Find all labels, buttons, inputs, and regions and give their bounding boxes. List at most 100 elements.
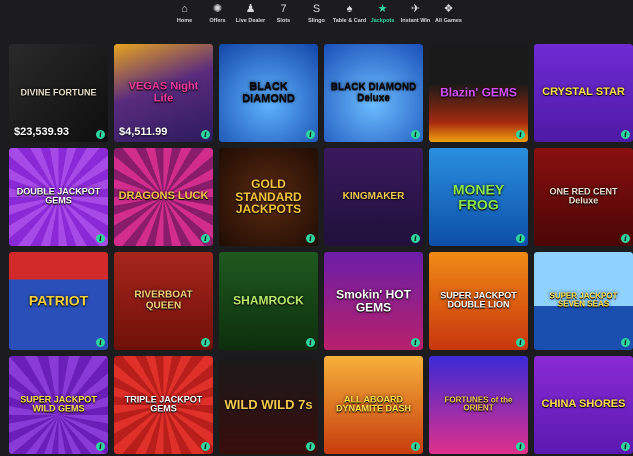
info-icon[interactable]: i (306, 338, 315, 347)
info-icon[interactable]: i (516, 338, 525, 347)
game-tile[interactable]: GOLD STANDARD JACKPOTS i (219, 148, 318, 246)
nav-item-home[interactable]: ⌂ Home (168, 0, 201, 30)
info-icon[interactable]: i (411, 130, 420, 139)
game-title: Smokin' HOT GEMS (336, 287, 411, 314)
jackpot-amount: $23,539.93 (14, 126, 70, 138)
game-tile[interactable]: ALL ABOARD DYNAMITE DASH i (324, 356, 423, 454)
nav-item-label: Instant Win (400, 18, 431, 24)
slots-icon: 7 (280, 3, 287, 15)
nav-item-label: Table & Card (332, 18, 367, 24)
game-tile[interactable]: VEGAS Night Life $4,511.99 i (114, 44, 213, 142)
game-title: SUPER JACKPOT SEVEN SEAS (549, 291, 618, 309)
jackpot-games-grid: DIVINE FORTUNE $23,539.93 i VEGAS Night Lif… (9, 44, 633, 454)
game-tile[interactable]: TRIPLE JACKPOT GEMS i (114, 356, 213, 454)
game-title: SUPER JACKPOT WILD GEMS (20, 394, 97, 414)
info-icon[interactable]: i (201, 234, 210, 243)
game-title: RIVERBOAT QUEEN (134, 289, 193, 311)
game-tile[interactable]: SUPER JACKPOT SEVEN SEAS i (534, 252, 633, 350)
game-title: DRAGONS LUCK (118, 190, 209, 203)
game-tile[interactable]: PATRIOT i (9, 252, 108, 350)
info-icon[interactable]: i (201, 338, 210, 347)
nav-item-label: Live Dealer (235, 18, 266, 24)
info-icon[interactable]: i (201, 130, 210, 139)
game-tile[interactable]: MONEY FROG i (429, 148, 528, 246)
info-icon[interactable]: i (201, 442, 210, 451)
game-tile[interactable]: ONE RED CENT Deluxe i (534, 148, 633, 246)
info-icon[interactable]: i (516, 234, 525, 243)
game-tile[interactable]: SUPER JACKPOT DOUBLE LION i (429, 252, 528, 350)
nav-item-label: Slingo (308, 18, 325, 24)
jackpot-amount: $4,511.99 (119, 126, 168, 138)
game-tile[interactable]: DIVINE FORTUNE $23,539.93 i (9, 44, 108, 142)
game-tile[interactable]: CRYSTAL STAR i (534, 44, 633, 142)
game-title: CHINA SHORES (541, 398, 626, 411)
info-icon[interactable]: i (621, 338, 630, 347)
nav-item-slots[interactable]: 7 Slots (267, 0, 300, 30)
info-icon[interactable]: i (306, 442, 315, 451)
game-title: SUPER JACKPOT DOUBLE LION (440, 290, 517, 310)
info-icon[interactable]: i (516, 130, 525, 139)
game-title: GOLD STANDARD JACKPOTS (235, 177, 302, 217)
game-title: BLACK DIAMOND (242, 80, 295, 104)
slingo-icon: S (312, 3, 321, 15)
game-tile[interactable]: FORTUNES of the ORIENT i (429, 356, 528, 454)
game-title: BLACK DIAMOND Deluxe (330, 81, 417, 103)
game-title: DIVINE FORTUNE (20, 87, 97, 98)
game-tile[interactable]: RIVERBOAT QUEEN i (114, 252, 213, 350)
game-tile[interactable]: SUPER JACKPOT WILD GEMS i (9, 356, 108, 454)
info-icon[interactable]: i (621, 130, 630, 139)
game-tile[interactable]: DOUBLE JACKPOT GEMS i (9, 148, 108, 246)
game-tile[interactable]: DRAGONS LUCK i (114, 148, 213, 246)
home-icon: ⌂ (181, 3, 188, 15)
game-title: TRIPLE JACKPOT GEMS (124, 394, 203, 414)
game-title: WILD WILD 7s (224, 397, 313, 413)
game-title: ALL ABOARD DYNAMITE DASH (335, 394, 411, 414)
jackpots-icon: ★ (377, 3, 388, 15)
game-title: KINGMAKER (342, 190, 405, 202)
game-tile[interactable]: Smokin' HOT GEMS i (324, 252, 423, 350)
info-icon[interactable]: i (306, 130, 315, 139)
info-icon[interactable]: i (96, 234, 105, 243)
info-icon[interactable]: i (516, 442, 525, 451)
nav-item-label: Jackpots (370, 18, 395, 24)
info-icon[interactable]: i (96, 130, 105, 139)
nav-item-live-dealer[interactable]: ♟ Live Dealer (234, 0, 267, 30)
game-tile[interactable]: WILD WILD 7s i (219, 356, 318, 454)
game-tile[interactable]: Blazin' GEMS i (429, 44, 528, 142)
info-icon[interactable]: i (96, 442, 105, 451)
game-title: DOUBLE JACKPOT GEMS (16, 186, 101, 206)
info-icon[interactable]: i (411, 234, 420, 243)
game-title: Blazin' GEMS (440, 85, 517, 100)
nav-item-jackpots[interactable]: ★ Jackpots (366, 0, 399, 30)
game-title: FORTUNES of the ORIENT (444, 395, 513, 413)
info-icon[interactable]: i (96, 338, 105, 347)
info-icon[interactable]: i (306, 234, 315, 243)
game-title: ONE RED CENT Deluxe (549, 186, 618, 206)
table-card-icon: ♠ (346, 3, 353, 15)
instant-win-icon: ✈ (410, 3, 421, 15)
info-icon[interactable]: i (621, 234, 630, 243)
game-tile[interactable]: BLACK DIAMOND Deluxe i (324, 44, 423, 142)
nav-item-all-games[interactable]: ❖ All Games (432, 0, 465, 30)
nav-item-label: All Games (435, 18, 462, 24)
info-icon[interactable]: i (411, 442, 420, 451)
nav-item-table-card[interactable]: ♠ Table & Card (332, 0, 367, 30)
game-title: SHAMROCK (233, 293, 304, 308)
offers-icon: ✺ (212, 3, 223, 15)
nav-item-instant-win[interactable]: ✈ Instant Win (399, 0, 432, 30)
nav-item-offers[interactable]: ✺ Offers (201, 0, 234, 30)
game-tile[interactable]: BLACK DIAMOND i (219, 44, 318, 142)
game-tile[interactable]: SHAMROCK i (219, 252, 318, 350)
info-icon[interactable]: i (621, 442, 630, 451)
nav-item-slingo[interactable]: S Slingo (300, 0, 333, 30)
nav-item-label: Offers (209, 18, 226, 24)
nav-item-label: Home (176, 18, 193, 24)
game-title: PATRIOT (28, 292, 89, 309)
game-title: CRYSTAL STAR (542, 86, 625, 99)
game-title: MONEY FROG (452, 181, 505, 212)
nav-item-label: Slots (276, 18, 291, 24)
top-navigation: ⌂ Home ✺ Offers ♟ Live Dealer 7 Slots S Slingo ♠ Ta… (0, 0, 633, 30)
game-tile[interactable]: KINGMAKER i (324, 148, 423, 246)
game-tile[interactable]: CHINA SHORES i (534, 356, 633, 454)
info-icon[interactable]: i (411, 338, 420, 347)
